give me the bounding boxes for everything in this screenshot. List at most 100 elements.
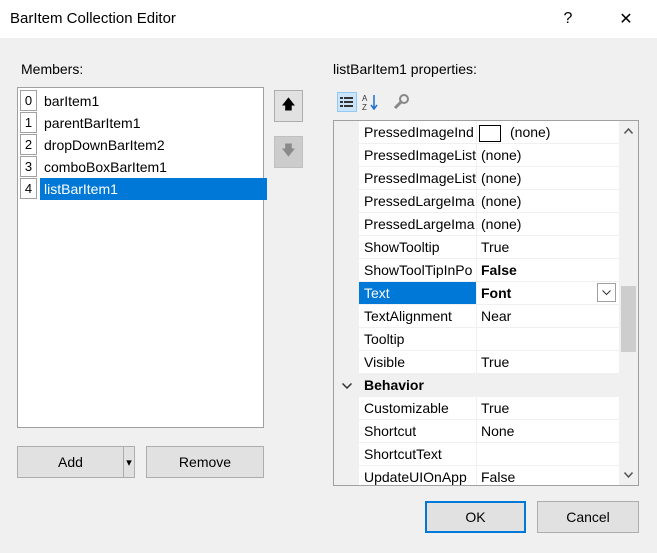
svg-text:A: A (362, 94, 368, 103)
property-name: Customizable (359, 397, 477, 419)
property-name: Visible (359, 351, 477, 373)
property-pages-icon[interactable] (391, 92, 411, 112)
row-gutter (334, 328, 359, 351)
category-row-behavior[interactable]: Behavior (334, 374, 619, 397)
list-item-name: barItem1 (44, 93, 100, 109)
property-row[interactable]: TextAlignment Near (334, 305, 619, 328)
property-value-cell[interactable]: (none) (477, 121, 619, 143)
property-row[interactable]: UpdateUIOnApp False (334, 466, 619, 485)
cancel-button[interactable]: Cancel (537, 501, 639, 533)
property-row[interactable]: ShortcutText (334, 443, 619, 466)
remove-button[interactable]: Remove (146, 446, 264, 478)
chevron-down-icon (602, 289, 611, 295)
property-grid[interactable]: PressedImageInd (none) PressedImageList … (333, 120, 639, 486)
arrow-down-icon: 🡇 (281, 142, 296, 158)
property-value: (none) (510, 124, 551, 140)
property-value[interactable]: True (477, 236, 619, 258)
property-row[interactable]: PressedImageList (none) (334, 144, 619, 167)
row-gutter (334, 144, 359, 167)
help-button[interactable]: ? (545, 0, 591, 38)
row-gutter (334, 443, 359, 466)
property-value[interactable]: True (477, 351, 619, 373)
list-item[interactable]: 3 comboBoxBarItem1 (20, 156, 263, 178)
scrollbar-thumb[interactable] (621, 286, 636, 352)
row-gutter (334, 282, 359, 305)
list-item-index: 4 (20, 178, 37, 199)
ok-button[interactable]: OK (425, 501, 526, 533)
collapse-icon[interactable] (334, 374, 359, 397)
property-name: ShowToolTipInPo (359, 259, 477, 281)
property-name: Shortcut (359, 420, 477, 442)
row-gutter (334, 305, 359, 328)
property-value-cell[interactable]: Font (477, 282, 619, 304)
list-item-index: 1 (20, 112, 37, 133)
row-gutter (334, 213, 359, 236)
property-value[interactable]: False (477, 259, 619, 281)
property-row[interactable]: ShowToolTipInPo False (334, 259, 619, 282)
chevron-down-icon: ▾ (126, 456, 132, 469)
row-gutter (334, 397, 359, 420)
alphabetical-icon[interactable]: AZ (361, 92, 381, 112)
image-preview-icon (479, 124, 501, 142)
property-value[interactable] (477, 443, 619, 465)
add-dropdown-button[interactable]: ▾ (123, 446, 135, 478)
list-item[interactable]: 0 barItem1 (20, 90, 263, 112)
list-item[interactable]: 1 parentBarItem1 (20, 112, 263, 134)
property-name: ShowTooltip (359, 236, 477, 258)
property-name: PressedLargeIma (359, 213, 477, 235)
add-button[interactable]: Add (17, 446, 124, 478)
property-row-selected[interactable]: Text Font (334, 282, 619, 305)
list-item-name: dropDownBarItem2 (44, 137, 165, 153)
row-gutter (334, 167, 359, 190)
property-row[interactable]: ShowTooltip True (334, 236, 619, 259)
move-up-button[interactable]: 🡅 (274, 90, 303, 122)
property-value[interactable]: None (477, 420, 619, 442)
property-value[interactable]: (none) (477, 213, 619, 235)
property-value[interactable]: Near (477, 305, 619, 327)
property-row[interactable]: Visible True (334, 351, 619, 374)
properties-label: listBarItem1 properties: (333, 61, 477, 77)
close-button[interactable]: ✕ (603, 0, 649, 38)
property-value: Font (481, 285, 512, 301)
property-name: Tooltip (359, 328, 477, 350)
property-value[interactable] (477, 328, 619, 350)
row-gutter (334, 121, 359, 144)
members-list[interactable]: 0 barItem1 1 parentBarItem1 2 dropDownBa… (17, 87, 267, 428)
svg-text:Z: Z (362, 103, 367, 111)
property-row[interactable]: Tooltip (334, 328, 619, 351)
property-value[interactable]: (none) (477, 144, 619, 166)
property-name: PressedImageList (359, 167, 477, 189)
property-value[interactable]: False (477, 466, 619, 485)
property-value[interactable]: True (477, 397, 619, 419)
row-gutter (334, 466, 359, 485)
arrow-up-icon: 🡅 (281, 96, 296, 112)
row-gutter (334, 236, 359, 259)
property-row[interactable]: PressedImageList (none) (334, 167, 619, 190)
window-title: BarItem Collection Editor (10, 10, 176, 27)
row-gutter (334, 259, 359, 282)
scroll-up-icon[interactable] (621, 123, 636, 138)
property-row[interactable]: PressedImageInd (none) (334, 121, 619, 144)
list-item-name: listBarItem1 (40, 178, 267, 200)
property-row[interactable]: Shortcut None (334, 420, 619, 443)
property-row[interactable]: Customizable True (334, 397, 619, 420)
list-item-name: comboBoxBarItem1 (44, 159, 167, 175)
list-item[interactable]: 2 dropDownBarItem2 (20, 134, 263, 156)
list-item-index: 2 (20, 134, 37, 155)
property-value[interactable]: (none) (477, 167, 619, 189)
move-down-button[interactable]: 🡇 (274, 136, 303, 168)
list-item-index: 0 (20, 90, 37, 111)
property-row[interactable]: PressedLargeIma (none) (334, 190, 619, 213)
value-dropdown-button[interactable] (597, 283, 616, 302)
row-gutter (334, 420, 359, 443)
row-gutter (334, 190, 359, 213)
categorized-icon[interactable] (337, 92, 357, 112)
row-gutter (334, 351, 359, 374)
scroll-down-icon[interactable] (621, 467, 636, 482)
list-item-name: parentBarItem1 (44, 115, 141, 131)
property-row[interactable]: PressedLargeIma (none) (334, 213, 619, 236)
list-item-index: 3 (20, 156, 37, 177)
list-item-selected[interactable]: 4 listBarItem1 (20, 178, 267, 200)
property-name: PressedImageList (359, 144, 477, 166)
property-value[interactable]: (none) (477, 190, 619, 212)
